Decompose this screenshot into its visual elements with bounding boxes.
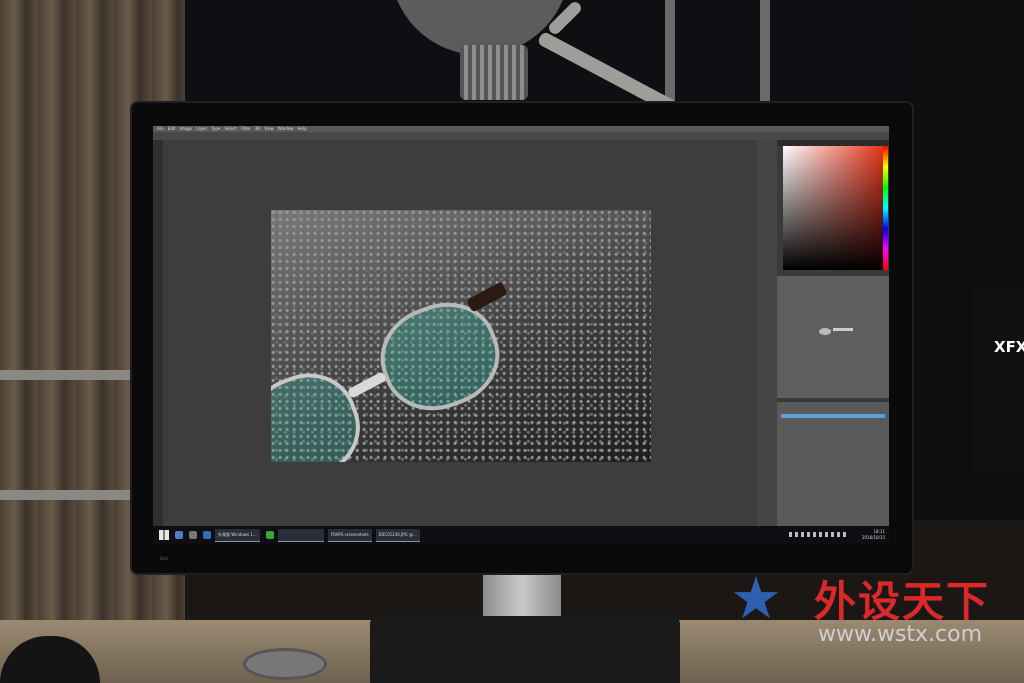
color-picker <box>783 146 883 270</box>
taskbar-item: 外观版 Windows 1... <box>215 528 260 542</box>
glasses-bridge <box>346 371 388 399</box>
taskbar-date: 2016/10/15 <box>861 535 885 540</box>
watermark-brand: 外设天下 <box>814 577 991 626</box>
window-mullion <box>665 0 675 110</box>
hue-slider <box>883 146 888 270</box>
monitor-brand: Dell <box>160 556 168 561</box>
tower-logo: XFX <box>994 338 1024 356</box>
desk-lamp-vent <box>460 45 528 100</box>
pc-tower <box>972 290 1024 470</box>
options-bar <box>153 132 889 140</box>
background-window <box>185 0 1024 110</box>
glasses-lens <box>271 359 374 462</box>
star-logo-icon: ★ <box>730 564 782 632</box>
taskbar-clock: 18:11 2016/10/15 <box>862 529 885 541</box>
monitor-stand-base <box>370 616 680 683</box>
right-panels <box>777 140 889 526</box>
wechat-icon <box>265 531 274 539</box>
taskbar-item: DSC01236.JPG @... <box>375 528 420 542</box>
selected-layer <box>781 414 885 418</box>
panel-icons-column <box>757 140 777 526</box>
taskbar-item: FRAPS screenshots <box>327 528 372 542</box>
document-photo <box>271 210 651 462</box>
taskbar-item <box>277 528 324 542</box>
taskbar-app-icon <box>175 531 183 539</box>
canvas-area <box>163 140 757 526</box>
windows-taskbar: 外观版 Windows 1... FRAPS screenshots DSC01… <box>153 526 889 544</box>
window-mullion <box>760 0 770 110</box>
photo-scene: XFX File Edit Image Layer Type Select Filter 3D… <box>0 0 1024 683</box>
cloud-icon <box>819 328 831 335</box>
watermark: ★ 外设天下 www.wstx.com <box>730 566 1020 656</box>
windows-start-icon <box>159 530 169 540</box>
monitor-screen: File Edit Image Layer Type Select Filter 3D View… <box>153 126 889 544</box>
railing-bar <box>0 370 140 380</box>
watermark-url: www.wstx.com <box>818 622 983 647</box>
tray-icons <box>789 532 849 537</box>
glasses-lens <box>366 287 514 426</box>
tools-panel <box>153 140 163 526</box>
railing-bar <box>0 490 140 500</box>
panel-placeholder-text <box>833 328 853 331</box>
glasses-temple <box>466 281 508 313</box>
taskbar-app-icon <box>203 531 211 539</box>
taskbar-app-icon <box>189 531 197 539</box>
desk-grommet <box>243 648 327 680</box>
libraries-panel <box>777 276 889 398</box>
layers-panel <box>777 402 889 526</box>
